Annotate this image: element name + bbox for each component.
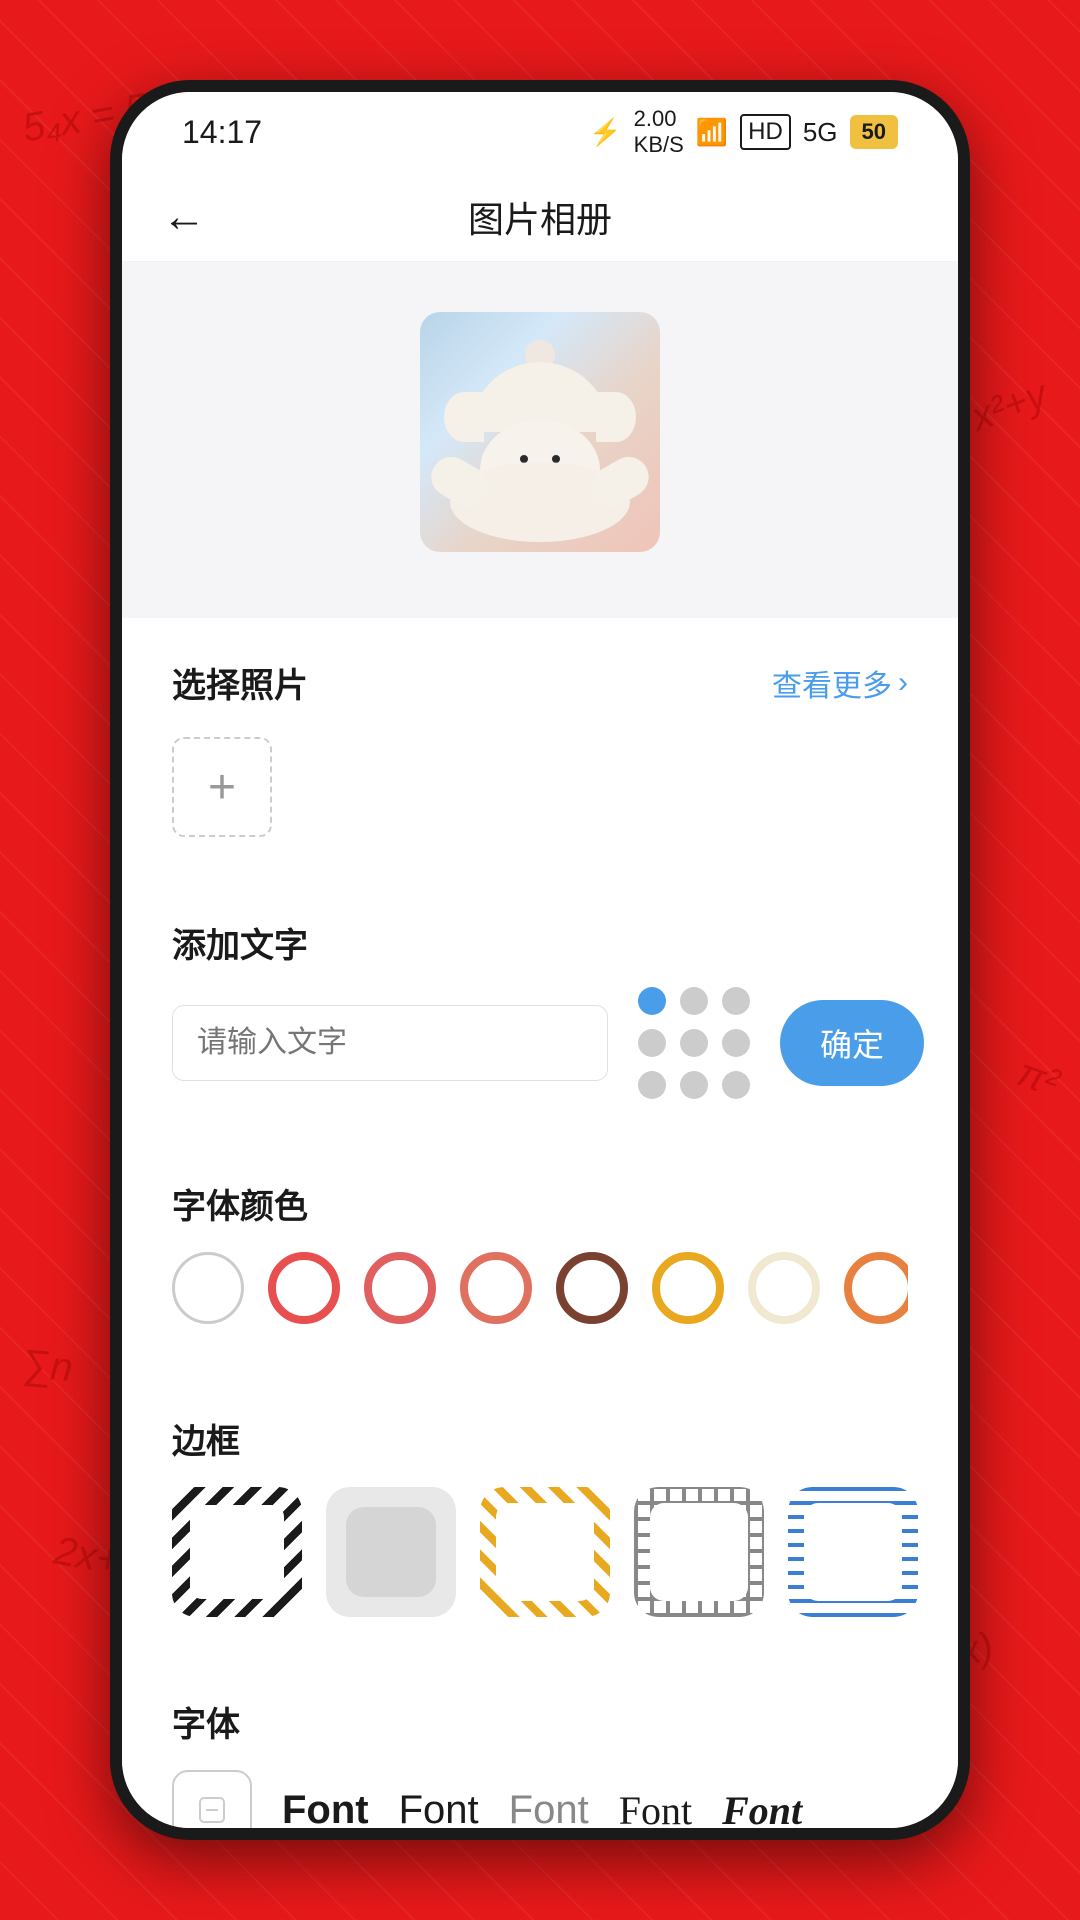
status-bar: 14:17 ⚡ 2.00KB/S 📶 HD 5G 50 (122, 92, 958, 172)
color-white[interactable] (172, 1252, 244, 1324)
confirm-button[interactable]: 确定 (780, 1000, 924, 1086)
dot-3-2 (680, 1071, 708, 1099)
color-cream[interactable] (748, 1252, 820, 1324)
sheep-ear-right (596, 392, 636, 442)
dot-1-2 (680, 987, 708, 1015)
nav-bar: ← 图片相册 (122, 172, 958, 262)
dot-1-1 (638, 987, 666, 1015)
wifi-icon: 📶 (696, 117, 728, 148)
see-more-text: 查看更多 (772, 661, 892, 705)
frame-plain[interactable] (326, 1487, 456, 1617)
sheep-ear-left (444, 392, 484, 442)
chevron-right-icon: › (898, 666, 908, 700)
hd-icon: HD (740, 114, 791, 150)
page-title: 图片相册 (468, 191, 612, 243)
status-icons: ⚡ 2.00KB/S 📶 HD 5G 50 (589, 106, 898, 158)
font-reset-button[interactable] (172, 1770, 252, 1840)
speed-indicator: 2.00KB/S (634, 106, 684, 158)
preview-image (420, 312, 660, 552)
font-bold[interactable]: Font (282, 1788, 369, 1833)
border-section: 边框 (122, 1374, 958, 1657)
add-text-label: 添加文字 (172, 927, 308, 965)
dot-2-2 (680, 1029, 708, 1057)
frame-plain-inner (346, 1507, 436, 1597)
select-photo-section: 选择照片 查看更多 › + (122, 618, 958, 878)
text-input[interactable] (172, 1005, 608, 1081)
color-brown[interactable] (556, 1252, 628, 1324)
dot-2-1 (638, 1029, 666, 1057)
frame-row (172, 1487, 908, 1617)
frame-plaid[interactable] (634, 1487, 764, 1617)
select-photo-header: 选择照片 查看更多 › (172, 658, 908, 707)
font-label: 字体 (172, 1706, 240, 1744)
font-light[interactable]: Font (509, 1788, 589, 1833)
font-medium[interactable]: Font (399, 1788, 479, 1833)
select-photo-label: 选择照片 (172, 658, 308, 707)
signal-icon: 5G (803, 117, 838, 148)
dot-2-3 (722, 1029, 750, 1057)
color-red2[interactable] (364, 1252, 436, 1324)
border-label: 边框 (172, 1423, 240, 1461)
color-row (172, 1252, 908, 1334)
status-time: 14:17 (182, 114, 262, 151)
section-separator-1 (122, 602, 958, 618)
font-color-section: 字体颜色 (122, 1139, 958, 1374)
add-photo-button[interactable]: + (172, 737, 272, 837)
frame-gold[interactable] (480, 1487, 610, 1617)
font-color-label: 字体颜色 (172, 1188, 308, 1226)
see-more-button[interactable]: 查看更多 › (772, 661, 908, 705)
frame-diagonal[interactable] (172, 1487, 302, 1617)
dot-3-1 (638, 1071, 666, 1099)
back-button[interactable]: ← (162, 192, 206, 242)
reset-icon (192, 1790, 232, 1830)
text-input-row: 确定 (172, 987, 908, 1099)
color-gold[interactable] (652, 1252, 724, 1324)
color-orange[interactable] (844, 1252, 908, 1324)
image-preview-area (122, 262, 958, 602)
dot-3-3 (722, 1071, 750, 1099)
font-italic-bold[interactable]: Font (722, 1787, 802, 1834)
color-red1[interactable] (268, 1252, 340, 1324)
bluetooth-icon: ⚡ (589, 117, 621, 148)
dot-1-3 (722, 987, 750, 1015)
phone-frame: 14:17 ⚡ 2.00KB/S 📶 HD 5G 50 ← 图片相册 (110, 80, 970, 1840)
frame-blue[interactable] (788, 1487, 918, 1617)
font-section: 字体 Font Font Font Font Font (122, 1657, 958, 1840)
font-serif[interactable]: Font (619, 1787, 692, 1834)
battery-indicator: 50 (850, 115, 898, 149)
add-text-section: 添加文字 确定 (122, 878, 958, 1139)
font-row: Font Font Font Font Font (172, 1770, 908, 1840)
dot-grid (638, 987, 750, 1099)
color-salmon[interactable] (460, 1252, 532, 1324)
